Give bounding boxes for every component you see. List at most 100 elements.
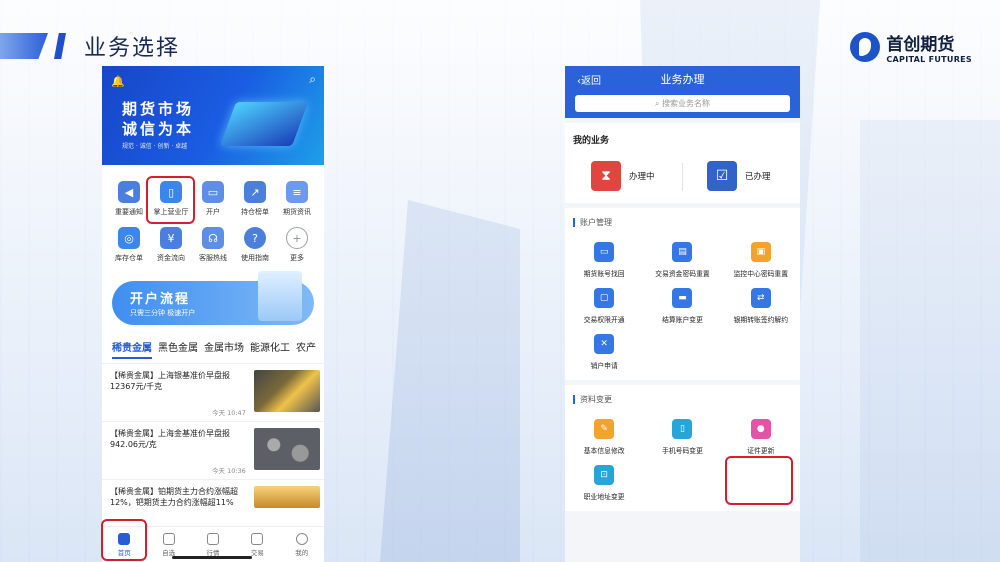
tab-energy-chemical[interactable]: 能源化工 (250, 339, 290, 359)
service-label: 结算账户变更 (662, 316, 703, 324)
open-account-promo[interactable]: 开户流程 只需三分钟 极速开户 (112, 271, 314, 325)
feature-hotline[interactable]: ☊ 客服热线 (192, 227, 234, 263)
service-label: 手机号码变更 (662, 447, 703, 455)
nav-market[interactable]: 行情 (206, 532, 220, 557)
nav-trade[interactable]: 交易 (250, 532, 264, 557)
logo-name-en: CAPITAL FUTURES (886, 55, 972, 64)
section-heading: 账户管理 (565, 208, 800, 230)
id-card-icon: ▭ (594, 242, 615, 262)
promo-title: 开户流程 (130, 292, 191, 307)
tab-ferrous-metals[interactable]: 黑色金属 (158, 339, 198, 359)
service-label: 银期转账签约解约 (733, 316, 789, 324)
service-id-update[interactable]: ● 证件更新 (722, 419, 800, 455)
transfer-icon: ⇄ (750, 288, 771, 308)
slide-title: 业务选择 (84, 36, 181, 61)
feature-label: 更多 (290, 254, 304, 262)
lock-file-icon: ▣ (750, 242, 771, 262)
tab-precious-metals[interactable]: 稀贵金属 (112, 339, 152, 359)
tab-agriculture[interactable]: 农产 (296, 339, 316, 359)
feature-label: 开户 (206, 208, 220, 216)
service-basic-info[interactable]: ✎ 基本信息修改 (565, 419, 643, 455)
feature-position-ranking[interactable]: ↗ 持仓榜单 (234, 181, 276, 217)
account-management-card: 账户管理 ▭ 期货账号找回 ▤ 交易资金密码重置 ▣ 监控中心密码重置 ▢ 交易… (565, 208, 800, 380)
bank-card-icon: ▬ (672, 288, 693, 308)
plus-icon: + (286, 227, 308, 249)
service-label: 期货账号找回 (583, 270, 625, 278)
service-fund-password-reset[interactable]: ▤ 交易资金密码重置 (643, 242, 721, 278)
feature-open-account[interactable]: ▭ 开户 (192, 181, 234, 217)
nav-watchlist[interactable]: 自选 (162, 532, 176, 557)
feature-fund-flow[interactable]: ¥ 资金流向 (150, 227, 192, 263)
feature-label: 资金流向 (157, 254, 185, 262)
nav-label: 自选 (162, 548, 176, 557)
business-in-progress[interactable]: ⧗ 办理中 (591, 161, 655, 191)
document-icon: ≡ (286, 181, 308, 203)
service-monitor-password-reset[interactable]: ▣ 监控中心密码重置 (722, 242, 800, 278)
nav-label: 我的 (295, 548, 309, 557)
feature-more[interactable]: + 更多 (276, 227, 318, 263)
bell-icon[interactable]: 🔔 (111, 75, 125, 88)
my-business-heading: 我的业务 (573, 136, 610, 146)
feature-guide[interactable]: ? 使用指南 (234, 227, 276, 263)
home-banner[interactable]: 🔔 ⌕ 期货市场 诚信为本 规范 · 诚信 · 创新 · 卓越 (102, 66, 324, 165)
news-item[interactable]: 【稀贵金属】上海银基准价早盘报12367元/千克 今天 10:47 (102, 364, 324, 422)
service-phone-change[interactable]: ▯ 手机号码变更 (643, 419, 721, 455)
home-screen: 🔔 ⌕ 期货市场 诚信为本 规范 · 诚信 · 创新 · 卓越 ◀ 重要通知 ▯… (102, 66, 324, 562)
feature-label: 客服热线 (199, 254, 227, 262)
feature-label: 重要通知 (115, 208, 143, 216)
news-time: 今天 10:47 (212, 409, 246, 417)
service-label: 职业地址变更 (583, 493, 625, 501)
background-building (860, 120, 1000, 562)
title-stripe (54, 33, 66, 59)
business-completed[interactable]: ☑ 已办理 (707, 161, 771, 191)
business-search-input[interactable]: ⌕ 搜索业务名称 (575, 95, 790, 112)
close-account-icon: ✕ (594, 334, 615, 354)
highlight-id-update (725, 456, 793, 505)
news-thumbnail (254, 428, 320, 470)
highlight-mobile-hall (146, 176, 195, 224)
logo-mark-icon (850, 32, 881, 62)
shield-icon (162, 532, 175, 545)
banner-device-illustration (219, 102, 309, 146)
business-title: 业务办理 (660, 73, 705, 86)
business-label: 已办理 (745, 172, 771, 182)
service-bank-transfer-sign[interactable]: ⇄ 银期转账签约解约 (722, 288, 800, 324)
service-settlement-change[interactable]: ▬ 结算账户变更 (643, 288, 721, 324)
service-label: 交易权限开通 (583, 316, 625, 324)
nav-profile[interactable]: 我的 (295, 532, 309, 557)
hourglass-icon: ⧗ (591, 161, 621, 191)
search-icon[interactable]: ⌕ (309, 72, 316, 87)
headset-icon: ☊ (202, 227, 224, 249)
service-label: 交易资金密码重置 (655, 270, 710, 278)
feature-notice[interactable]: ◀ 重要通知 (108, 181, 150, 217)
service-account-recovery[interactable]: ▭ 期货账号找回 (565, 242, 643, 278)
business-label: 办理中 (629, 172, 655, 182)
tab-metal-market[interactable]: 金属市场 (204, 339, 244, 359)
feature-warehouse-receipt[interactable]: ◎ 库存仓单 (108, 227, 150, 263)
service-label: 销户申请 (590, 362, 618, 370)
banner-slogan-line1: 期货市场 (122, 100, 195, 118)
chat-icon: ▢ (594, 288, 615, 308)
feature-futures-news[interactable]: ≡ 期货资讯 (276, 181, 318, 217)
business-header: ‹返回 业务办理 ⌕ 搜索业务名称 (565, 66, 800, 118)
news-list: 【稀贵金属】上海银基准价早盘报12367元/千克 今天 10:47 【稀贵金属】… (102, 363, 324, 538)
slide-title-bar: 业务选择 (0, 30, 180, 62)
service-address-change[interactable]: ⊡ 职业地址变更 (565, 465, 643, 501)
highlight-home-nav (101, 519, 147, 561)
nav-label: 交易 (250, 548, 264, 557)
question-icon: ? (244, 227, 266, 249)
banner-tagline: 规范 · 诚信 · 创新 · 卓越 (122, 143, 188, 150)
money-bag-icon: ¥ (160, 227, 182, 249)
news-item[interactable]: 【稀贵金属】上海金基准价早盘报942.06元/克 今天 10:36 (102, 422, 324, 480)
promo-illustration (258, 271, 302, 321)
service-label: 监控中心密码重置 (733, 270, 789, 278)
section-heading: 资料变更 (565, 385, 800, 407)
service-close-account[interactable]: ✕ 销户申请 (565, 334, 643, 370)
nav-label: 行情 (206, 548, 220, 557)
feature-label: 使用指南 (241, 254, 269, 262)
news-time: 今天 10:36 (212, 467, 246, 475)
promo-subtitle: 只需三分钟 极速开户 (130, 309, 196, 317)
banner-slogan-line2: 诚信为本 (122, 120, 195, 138)
chart-icon (206, 532, 219, 545)
service-permission-open[interactable]: ▢ 交易权限开通 (565, 288, 643, 324)
